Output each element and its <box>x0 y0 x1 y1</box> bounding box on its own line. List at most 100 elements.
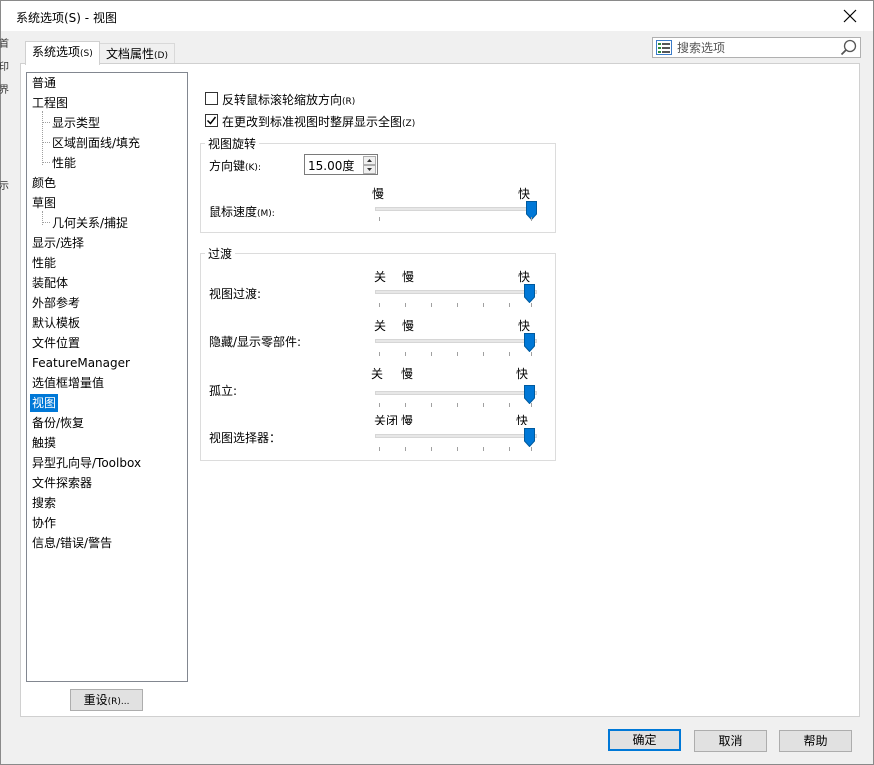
reverse-wheel-text: 反转鼠标滚轮缩放方向 <box>222 93 343 107</box>
tab-label: 系统选项 <box>32 45 81 59</box>
arrow-keys-label: 方向键(K): <box>209 157 261 174</box>
tree-item-backup-recover[interactable]: 备份/恢复 <box>30 414 86 432</box>
search-input[interactable] <box>675 39 835 56</box>
spin-down-button[interactable] <box>363 165 376 174</box>
isolate-fast-label: 快 <box>516 367 529 381</box>
close-button[interactable] <box>827 1 873 31</box>
reverse-wheel-shortcut: (R) <box>342 97 356 107</box>
mouse-speed-fast-label: 快 <box>518 187 531 201</box>
arrow-keys-text: 方向键 <box>209 159 246 173</box>
tree-item-featuremanager[interactable]: FeatureManager <box>30 354 132 372</box>
transitions-title: 过渡 <box>205 245 236 262</box>
zoom-to-fit-checkbox[interactable] <box>205 114 218 127</box>
view-selector-track[interactable] <box>375 434 537 438</box>
tree-item-area-hatch[interactable]: 区域剖面线/填充 <box>50 134 142 152</box>
isolate-slider-thumb[interactable] <box>524 385 535 404</box>
view-transition-fast-label: 快 <box>518 270 531 284</box>
tree-connector <box>42 111 43 165</box>
ok-button[interactable]: 确定 <box>608 729 681 751</box>
slider-tick <box>483 447 484 451</box>
mouse-speed-text: 鼠标速度 <box>209 205 258 219</box>
tree-item-hole-wizard-toolbox[interactable]: 异型孔向导/Toolbox <box>30 454 143 472</box>
hide-show-slow-label: 慢 <box>402 319 415 333</box>
tree-item-drawing-performance[interactable]: 性能 <box>50 154 78 172</box>
slider-tick <box>379 217 380 221</box>
help-button[interactable]: 帮助 <box>779 730 852 752</box>
slider-tick <box>457 303 458 307</box>
tree-item-view[interactable]: 视图 <box>30 394 59 412</box>
isolate-off-label: 关 <box>371 367 384 381</box>
tree-item-search[interactable]: 搜索 <box>30 494 58 512</box>
tree-item-assemblies[interactable]: 装配体 <box>30 274 70 292</box>
tree-item-external-references[interactable]: 外部参考 <box>30 294 82 312</box>
tree-item-collaboration[interactable]: 协作 <box>30 514 58 532</box>
slider-tick <box>457 403 458 407</box>
slider-tick <box>509 403 510 407</box>
view-transition-slow-label: 慢 <box>402 270 415 284</box>
tree-connector <box>42 162 50 163</box>
options-list-icon <box>656 40 672 55</box>
tree-item-general[interactable]: 普通 <box>30 74 58 92</box>
options-tree[interactable]: 普通 工程图 显示类型 区域剖面线/填充 性能 颜色 草图 几何关系/捕捉 显示… <box>26 72 188 682</box>
reverse-wheel-checkbox[interactable] <box>205 92 218 105</box>
caret-up-icon <box>367 159 372 162</box>
tree-item-messages-errors-warnings[interactable]: 信息/错误/警告 <box>30 534 114 552</box>
slider-tick <box>457 352 458 356</box>
slider-tick <box>431 447 432 451</box>
mouse-speed-label: 鼠标速度(M): <box>209 203 275 220</box>
slider-tick <box>483 352 484 356</box>
isolate-label: 孤立: <box>209 384 238 398</box>
reset-button[interactable]: 重设(R)... <box>70 689 143 711</box>
tree-item-drawings[interactable]: 工程图 <box>30 94 70 112</box>
tree-item-colors[interactable]: 颜色 <box>30 174 58 192</box>
mouse-speed-track[interactable] <box>375 207 537 211</box>
checkmark-icon <box>206 116 217 125</box>
close-icon <box>843 9 857 23</box>
background-glyph: 界 <box>0 85 9 96</box>
slider-tick <box>509 303 510 307</box>
mouse-speed-shortcut: (M): <box>257 209 275 219</box>
tree-item-file-locations[interactable]: 文件位置 <box>30 334 82 352</box>
title-bar: 系统选项(S) - 视图 <box>1 1 873 31</box>
tree-item-touch[interactable]: 触摸 <box>30 434 58 452</box>
tree-item-default-templates[interactable]: 默认模板 <box>30 314 82 332</box>
slider-tick <box>531 217 532 221</box>
tree-item-display-type[interactable]: 显示类型 <box>50 114 102 132</box>
hide-show-slider-thumb[interactable] <box>524 333 535 352</box>
search-icon[interactable] <box>840 39 858 57</box>
slider-tick <box>509 352 510 356</box>
slider-tick <box>483 303 484 307</box>
hide-show-track[interactable] <box>375 339 537 343</box>
tree-item-file-explorer[interactable]: 文件探索器 <box>30 474 94 492</box>
arrow-keys-spinner[interactable]: 15.00度 <box>304 154 378 175</box>
tab-system-options[interactable]: 系统选项(S) <box>25 41 100 65</box>
view-selector-off-label: 关闭 <box>374 414 399 425</box>
options-dialog: 系统选项(S) - 视图 首 印 界 示 系统选项(S) 文档属性(D) 搜索选… <box>0 0 874 765</box>
hide-show-off-label: 关 <box>374 319 387 333</box>
view-transition-slider-thumb[interactable] <box>524 284 535 303</box>
cancel-button[interactable]: 取消 <box>694 730 767 752</box>
tree-item-performance[interactable]: 性能 <box>30 254 58 272</box>
tree-item-relations-snaps[interactable]: 几何关系/捕捉 <box>50 214 130 232</box>
view-transition-track[interactable] <box>375 290 537 294</box>
slider-tick <box>509 447 510 451</box>
slider-tick <box>379 303 380 307</box>
view-selector-slider-thumb[interactable] <box>524 428 535 447</box>
tab-document-properties[interactable]: 文档属性(D) <box>99 43 175 65</box>
slider-tick <box>531 403 532 407</box>
arrow-keys-shortcut: (K): <box>245 163 261 173</box>
spin-up-button[interactable] <box>363 156 376 165</box>
search-box[interactable] <box>652 37 861 58</box>
tree-connector <box>42 122 50 123</box>
tree-item-sketch[interactable]: 草图 <box>30 194 58 212</box>
zoom-to-fit-text: 在更改到标准视图时整屏显示全图 <box>222 115 403 129</box>
tree-item-display-selection[interactable]: 显示/选择 <box>30 234 86 252</box>
isolate-track[interactable] <box>375 391 537 395</box>
tree-item-spin-box-increments[interactable]: 选值框增量值 <box>30 374 106 392</box>
slider-tick <box>379 447 380 451</box>
slider-tick <box>457 447 458 451</box>
view-transition-label: 视图过渡: <box>209 287 262 301</box>
reverse-wheel-label: 反转鼠标滚轮缩放方向(R) <box>222 91 355 108</box>
view-rotation-title: 视图旋转 <box>205 135 260 152</box>
tree-connector <box>42 142 50 143</box>
